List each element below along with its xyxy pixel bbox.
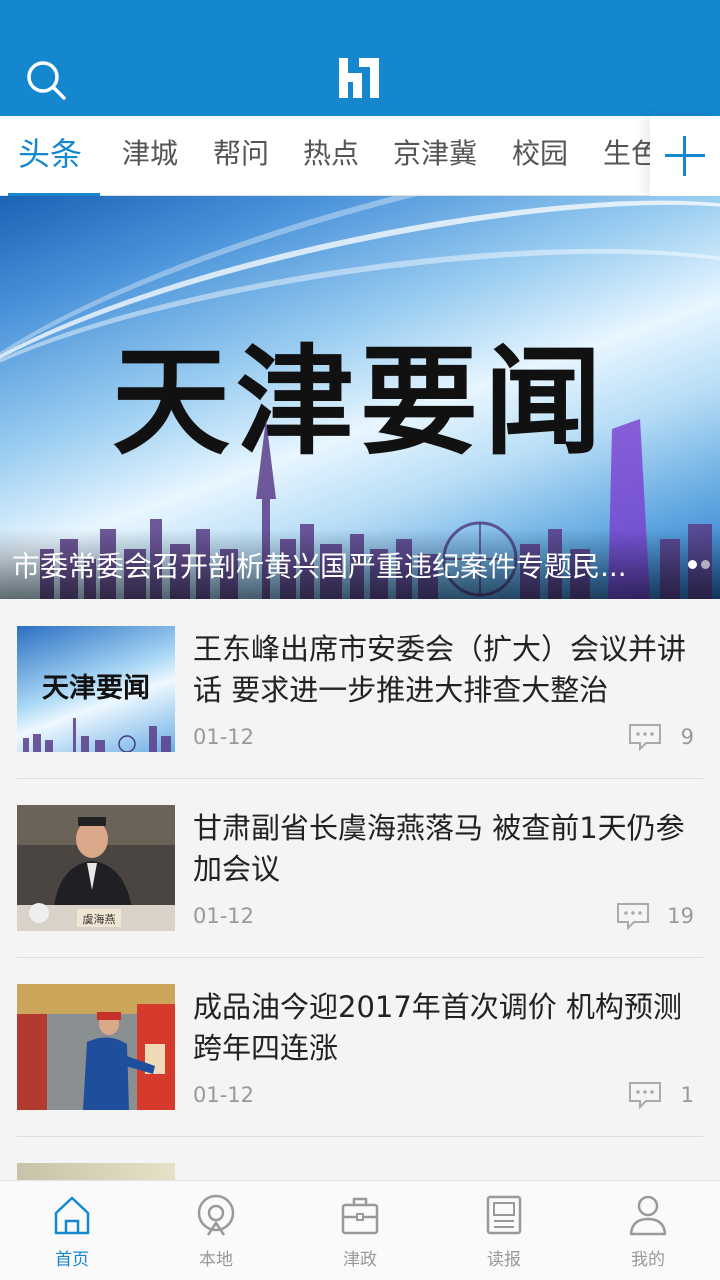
article-title: 成品油今迎2017年首次调价 机构预测跨年四连涨 xyxy=(193,990,683,1065)
tab-jincheng[interactable]: 津城 xyxy=(122,116,178,196)
search-icon[interactable] xyxy=(24,58,68,102)
nav-label: 津政 xyxy=(343,1250,377,1270)
nav-label: 我的 xyxy=(631,1250,665,1270)
carousel-dot xyxy=(688,560,697,569)
nav-government[interactable]: 津政 xyxy=(288,1181,432,1280)
comment-count: 9 xyxy=(680,725,694,749)
article-date: 01-12 xyxy=(193,1083,255,1107)
tab-redian[interactable]: 热点 xyxy=(303,116,359,196)
nav-mine[interactable]: 我的 xyxy=(576,1181,720,1280)
tab-toutiao[interactable]: 头条 xyxy=(7,116,101,196)
article-date: 01-12 xyxy=(193,725,255,749)
briefcase-icon xyxy=(341,1197,379,1235)
nav-label: 读报 xyxy=(487,1250,521,1270)
banner-caption: 市委常委会召开剖析黄兴国严重违纪案件专题民... xyxy=(12,550,627,583)
carousel-dots xyxy=(684,554,710,573)
nav-label: 首页 xyxy=(55,1250,89,1270)
article-thumbnail: 虞海燕 xyxy=(17,805,175,931)
photo-gas-station xyxy=(17,984,175,1110)
tab-xiaoyuan[interactable]: 校园 xyxy=(512,116,568,196)
user-icon xyxy=(629,1195,667,1236)
tab-shengse[interactable]: 生色 xyxy=(603,116,650,196)
add-tab-button[interactable] xyxy=(650,116,720,196)
list-item[interactable] xyxy=(0,1136,720,1186)
article-thumbnail: 天津要闻 xyxy=(17,626,175,752)
comment-count: 19 xyxy=(667,904,694,928)
location-icon xyxy=(197,1194,235,1236)
headline-banner[interactable]: 天津要闻 市委常委会召开剖析黄兴国严重违纪案件专题民... xyxy=(0,196,720,599)
comment-icon xyxy=(617,903,649,930)
tab-bangwen[interactable]: 帮问 xyxy=(213,116,269,196)
nav-read-paper[interactable]: 读报 xyxy=(432,1181,576,1280)
thumbnail-text: 天津要闻 xyxy=(42,673,150,704)
list-item[interactable]: 虞海燕 甘肃副省长虞海燕落马 被查前1天仍参加会议 01-12 19 xyxy=(0,778,720,958)
comment-icon xyxy=(629,1082,661,1109)
nav-local[interactable]: 本地 xyxy=(144,1181,288,1280)
app-logo-icon xyxy=(339,58,379,98)
article-title: 王东峰出席市安委会（扩大）会议并讲话 要求进一步推进大排查大整治 xyxy=(193,632,687,707)
name-placard: 虞海燕 xyxy=(82,913,116,926)
nav-label: 本地 xyxy=(199,1250,233,1270)
article-thumbnail xyxy=(17,984,175,1110)
thumbnail-skyline xyxy=(23,718,171,752)
home-icon xyxy=(54,1196,90,1235)
newspaper-icon xyxy=(486,1195,522,1235)
tab-jingjinji[interactable]: 京津冀 xyxy=(393,116,477,196)
comment-count: 1 xyxy=(680,1083,694,1107)
bottom-navigation: 首页 本地 津政 读报 我的 xyxy=(0,1180,720,1280)
nav-home[interactable]: 首页 xyxy=(0,1181,144,1280)
top-bar xyxy=(0,0,720,116)
list-item[interactable]: 天津要闻 王东峰出席市安委会（扩大）会议并讲话 要求进一步推进大排查大整治 01… xyxy=(0,599,720,779)
list-item[interactable]: 成品油今迎2017年首次调价 机构预测跨年四连涨 01-12 1 xyxy=(0,957,720,1137)
category-tabs: 头条 津城 帮问 热点 京津冀 校园 生色 xyxy=(0,116,720,196)
article-date: 01-12 xyxy=(193,904,255,928)
comment-icon xyxy=(629,724,661,751)
carousel-dot xyxy=(701,560,710,569)
article-title: 甘肃副省长虞海燕落马 被查前1天仍参加会议 xyxy=(193,811,685,886)
